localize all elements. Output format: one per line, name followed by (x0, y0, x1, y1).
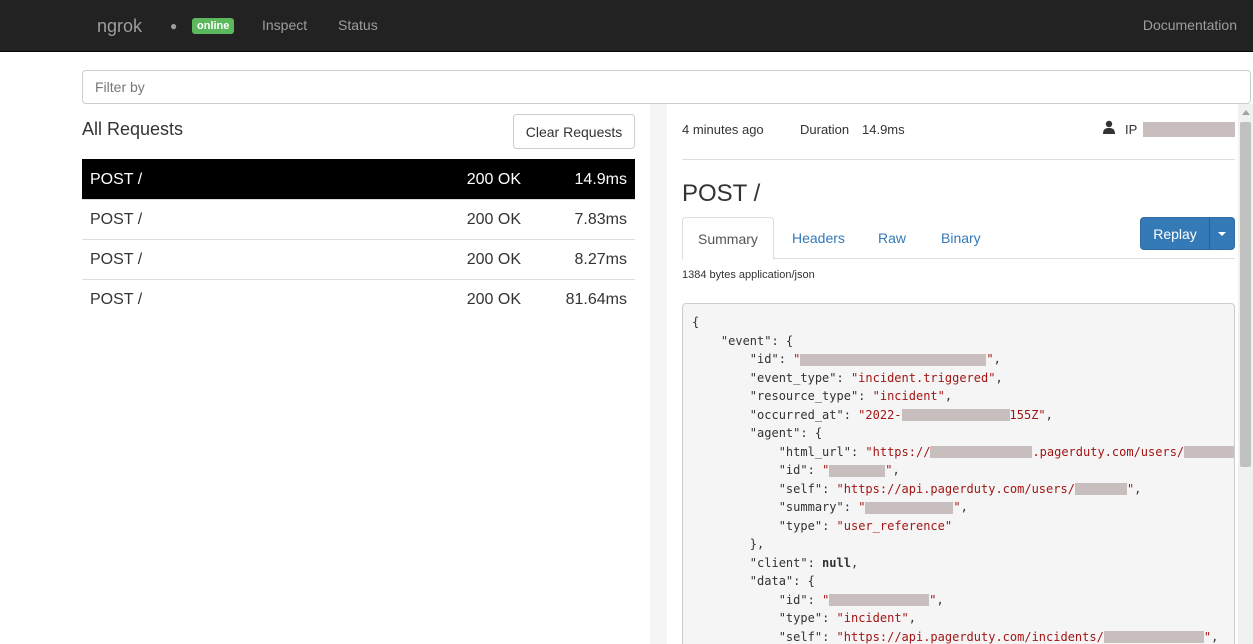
request-status: 200 OK (466, 171, 521, 188)
request-duration: 14.9ms (574, 171, 627, 188)
table-row[interactable]: POST / 200 OK 81.64ms (82, 279, 635, 319)
code-line: "self": "https://api.pagerduty.com/users… (778, 481, 1142, 496)
code-line: "type": "user_reference" (778, 518, 953, 533)
code-line: "html_url": "https://.pagerduty.com/user… (692, 443, 1234, 462)
code-line: "summary": " ", (778, 500, 968, 514)
code-line: "id": " ", (749, 352, 1001, 366)
duration-label: Duration (800, 122, 850, 137)
request-method: POST / (90, 251, 143, 268)
divider-line (682, 159, 1235, 160)
table-row[interactable]: POST / 200 OK 8.27ms (82, 239, 635, 279)
code-line: "data": { (749, 574, 815, 588)
user-icon (1103, 120, 1115, 134)
scroll-thumb[interactable] (1240, 122, 1251, 467)
code-line: "resource_type": "incident", (749, 389, 953, 403)
tab-raw[interactable]: Raw (863, 217, 921, 259)
request-status: 200 OK (466, 211, 521, 228)
code-line: "id": " ", (778, 463, 900, 477)
nav-status[interactable]: Status (338, 17, 378, 33)
status-dot-icon: ● (170, 19, 178, 33)
code-line: }, (692, 537, 765, 551)
navbar: ngrok ● online Inspect Status Documentat… (0, 0, 1253, 52)
filter-input[interactable] (82, 70, 1251, 104)
redacted-value (1074, 483, 1127, 495)
redacted-value (865, 501, 954, 514)
scroll-up-icon[interactable] (1242, 110, 1250, 115)
table-row[interactable]: POST / 200 OK 7.83ms (82, 199, 635, 239)
redacted-value (1184, 446, 1234, 458)
redacted-value (800, 353, 987, 366)
status-badge: online (192, 18, 235, 34)
tab-binary[interactable]: Binary (926, 217, 996, 259)
request-duration: 81.64ms (565, 291, 627, 308)
request-time-ago: 4 minutes ago (682, 122, 764, 137)
request-method: POST / (90, 171, 143, 188)
clear-requests-button[interactable]: Clear Requests (513, 114, 635, 149)
code-line: "id": " ", (778, 592, 944, 607)
scrollbar[interactable] (1238, 104, 1253, 644)
tab-summary[interactable]: Summary (682, 217, 774, 260)
ip-label: IP (1125, 122, 1138, 137)
redacted-value (901, 409, 1010, 421)
code-line: "client": null, (749, 555, 859, 570)
code-line: { (692, 315, 700, 329)
redacted-value (930, 446, 1033, 458)
redacted-value (829, 464, 886, 477)
replay-button[interactable]: Replay (1140, 217, 1210, 250)
code-line: "event_type": "incident.triggered", (749, 370, 1003, 385)
replay-dropdown-toggle[interactable] (1209, 217, 1235, 250)
code-line: "type": "incident", (778, 611, 916, 625)
request-duration: 8.27ms (574, 251, 627, 268)
json-body: { "event": { "id": " ", "event_type": "in… (682, 303, 1235, 644)
request-title: POST / (682, 180, 761, 207)
redacted-ip (1143, 122, 1235, 137)
body-meta: 1384 bytes application/json (682, 269, 815, 281)
nav-documentation[interactable]: Documentation (1143, 17, 1237, 33)
duration-value: 14.9ms (862, 122, 905, 137)
caret-down-icon (1218, 232, 1226, 236)
request-status: 200 OK (466, 291, 521, 308)
brand-logo[interactable]: ngrok (97, 16, 142, 37)
code-line: "occurred_at": "2022- 155Z", (749, 407, 1053, 422)
redacted-value (1103, 631, 1204, 643)
panel-divider (650, 104, 667, 644)
code-line: "self": "https://api.pagerduty.com/incid… (778, 629, 1219, 644)
request-status: 200 OK (466, 251, 521, 268)
request-method: POST / (90, 211, 143, 228)
requests-table: POST / 200 OK 14.9ms POST / 200 OK 7.83m… (82, 159, 635, 319)
requests-title: All Requests (82, 119, 184, 139)
code-line: "agent": { (749, 426, 823, 440)
code-line: "event": { (720, 333, 794, 348)
request-duration: 7.83ms (574, 211, 627, 228)
request-method: POST / (90, 291, 143, 308)
nav-inspect[interactable]: Inspect (262, 17, 307, 33)
redacted-value (829, 594, 930, 606)
tab-headers[interactable]: Headers (777, 217, 860, 259)
table-row[interactable]: POST / 200 OK 14.9ms (82, 159, 635, 199)
